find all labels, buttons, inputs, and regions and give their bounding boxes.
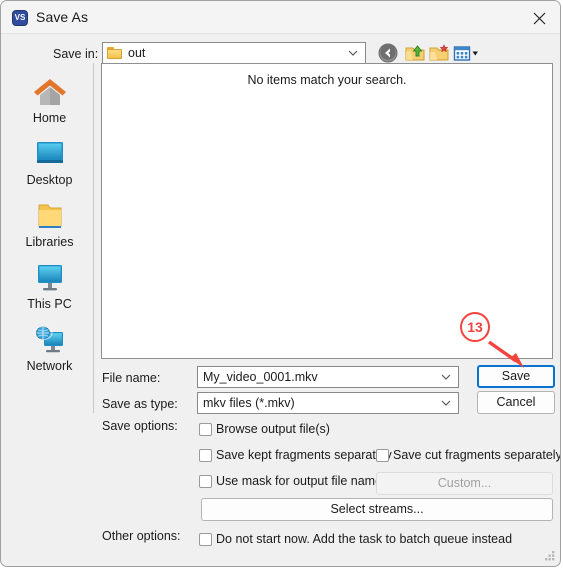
sidebar-item-label: Network xyxy=(26,359,73,373)
sidebar-item-label: This PC xyxy=(27,297,72,311)
this-pc-monitor-icon xyxy=(30,261,70,295)
chevron-down-icon xyxy=(348,50,358,56)
custom-button[interactable]: Custom... xyxy=(376,472,553,495)
save-in-value: out xyxy=(128,46,146,60)
sidebar-item-label: Libraries xyxy=(25,235,74,249)
chevron-down-icon xyxy=(441,374,451,380)
close-button[interactable] xyxy=(517,1,560,33)
file-list-empty-message: No items match your search. xyxy=(247,73,407,87)
resize-grip-icon[interactable] xyxy=(543,549,556,562)
close-icon xyxy=(533,12,546,25)
back-arrow-icon xyxy=(378,43,398,63)
window-title: Save As xyxy=(36,9,89,25)
cancel-button[interactable]: Cancel xyxy=(477,391,555,414)
checkbox-box xyxy=(199,449,212,462)
save-button[interactable]: Save xyxy=(477,365,555,388)
save-in-label: Save in: xyxy=(53,47,99,61)
views-button[interactable] xyxy=(453,43,481,63)
checkbox-label: Do not start now. Add the task to batch … xyxy=(216,532,513,546)
annotation-step-badge: 13 xyxy=(460,312,490,342)
checkbox-box xyxy=(199,423,212,436)
back-button[interactable] xyxy=(378,43,399,63)
desktop-monitor-icon xyxy=(30,137,70,171)
views-grid-icon xyxy=(453,46,478,61)
save-as-type-select[interactable]: mkv files (*.mkv) xyxy=(197,392,459,414)
checkbox-label: Save cut fragments separately xyxy=(393,448,561,462)
other-options-label: Other options: xyxy=(102,529,181,543)
checkbox-box xyxy=(199,533,212,546)
sidebar-item-this-pc[interactable]: This PC xyxy=(6,255,93,317)
up-folder-icon xyxy=(405,45,425,61)
sidebar-item-desktop[interactable]: Desktop xyxy=(6,131,93,193)
checkbox-label: Browse output file(s) xyxy=(216,422,330,436)
file-name-value: My_video_0001.mkv xyxy=(203,370,318,384)
save-as-type-value: mkv files (*.mkv) xyxy=(203,396,295,410)
save-as-type-label: Save as type: xyxy=(102,397,178,411)
file-name-label: File name: xyxy=(102,371,161,385)
checkbox-box xyxy=(199,475,212,488)
places-sidebar: Home Desktop Libraries This PC Network xyxy=(6,63,94,413)
file-list-panel[interactable]: No items match your search. xyxy=(101,63,553,359)
new-folder-button[interactable] xyxy=(429,43,450,63)
new-folder-icon xyxy=(429,44,449,61)
save-in-combobox[interactable]: out xyxy=(102,42,366,64)
folder-icon xyxy=(107,47,122,59)
sidebar-item-home[interactable]: Home xyxy=(6,69,93,131)
home-icon xyxy=(30,75,70,109)
save-options-label: Save options: xyxy=(102,419,178,433)
chevron-down-icon xyxy=(441,400,451,406)
sidebar-item-libraries[interactable]: Libraries xyxy=(6,193,93,255)
sidebar-item-label: Desktop xyxy=(26,173,73,187)
checkbox-box xyxy=(376,449,389,462)
checkbox-label: Save kept fragments separately xyxy=(216,448,392,462)
sidebar-item-label: Home xyxy=(32,111,67,125)
checkbox-label: Use mask for output file names xyxy=(216,474,389,488)
sidebar-item-network[interactable]: Network xyxy=(6,317,93,379)
up-one-level-button[interactable] xyxy=(405,43,426,63)
libraries-folder-icon xyxy=(30,199,70,233)
vs-icon: VS xyxy=(12,10,28,26)
title-bar: VS Save As xyxy=(1,1,560,34)
save-as-dialog: VS Save As Save in: out Home Desktop Lib… xyxy=(0,0,561,567)
network-globe-icon xyxy=(30,323,70,357)
vs-icon-label: VS xyxy=(14,13,26,22)
select-streams-button[interactable]: Select streams... xyxy=(201,498,553,521)
file-name-input[interactable]: My_video_0001.mkv xyxy=(197,366,459,388)
